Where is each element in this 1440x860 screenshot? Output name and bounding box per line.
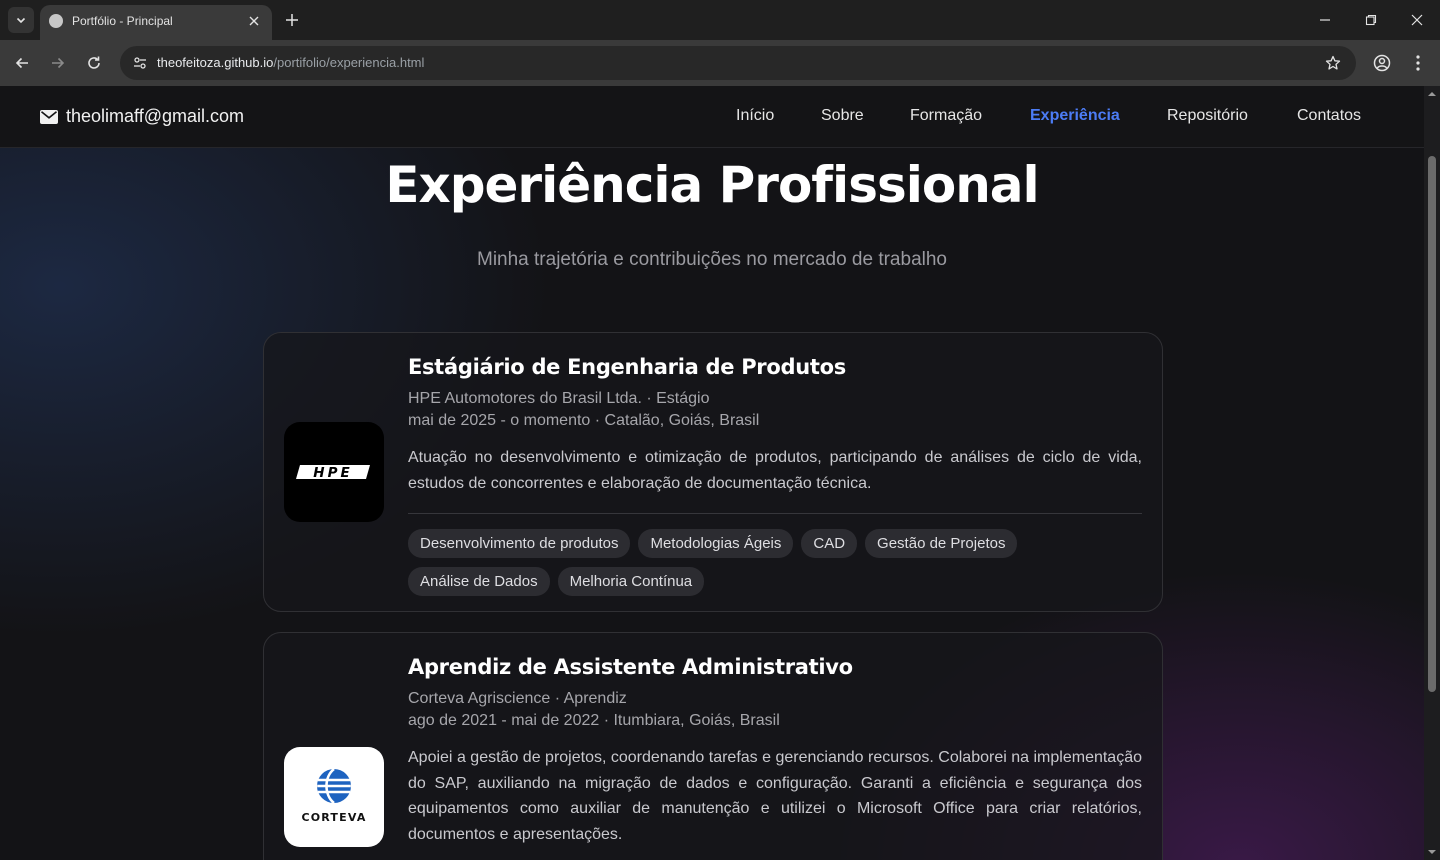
email-text: theolimaff@gmail.com <box>66 106 245 126</box>
skill-tag: Desenvolvimento de produtos <box>408 529 631 558</box>
arrow-left-icon <box>15 57 28 69</box>
scrollbar-thumb[interactable] <box>1428 156 1436 692</box>
new-tab-button[interactable] <box>280 8 304 32</box>
forward-button[interactable] <box>44 49 72 77</box>
url-host: theofeitoza.github.io <box>157 55 274 70</box>
corteva-logo-text: CORTEVA <box>301 811 366 824</box>
menu-button[interactable] <box>1404 49 1432 77</box>
url-path: /portifolio/experiencia.html <box>273 55 425 70</box>
tab-search-button[interactable] <box>8 7 34 33</box>
nav-repositorio[interactable]: Repositório <box>1167 107 1248 125</box>
restore-icon <box>1365 14 1377 26</box>
bookmark-button[interactable] <box>1322 52 1344 74</box>
role-description: Apoiei a gestão de projetos, coordenando… <box>408 749 1142 843</box>
window-close-button[interactable] <box>1402 6 1432 34</box>
scroll-up-icon[interactable] <box>1428 90 1436 98</box>
period-line: mai de 2025 - o momento · Catalão, Goiás… <box>408 412 760 429</box>
tune-icon <box>134 57 146 69</box>
period-line: ago de 2021 - mai de 2022 · Itumbiara, G… <box>408 712 780 729</box>
skill-tag: Análise de Dados <box>408 567 550 596</box>
reload-icon <box>88 56 100 69</box>
experience-card: HPE Estágiário de Engenharia de Produtos… <box>263 332 1163 612</box>
close-icon <box>249 16 259 26</box>
star-icon <box>1325 55 1341 70</box>
company-line: HPE Automotores do Brasil Ltda. · Estági… <box>408 390 710 407</box>
close-icon <box>1411 14 1423 26</box>
reload-button[interactable] <box>80 49 108 77</box>
experience-card: CORTEVA Aprendiz de Assistente Administr… <box>263 632 1163 860</box>
page-title: Experiência Profissional <box>385 156 1039 214</box>
scroll-down-icon[interactable] <box>1428 848 1436 856</box>
page-scrollbar[interactable] <box>1424 86 1440 860</box>
back-button[interactable] <box>8 49 36 77</box>
tab-close-button[interactable] <box>244 11 264 31</box>
site-header: theolimaff@gmail.com Início Sobre Formaç… <box>0 86 1424 148</box>
company-logo: CORTEVA <box>284 747 384 847</box>
role-title: Estágiário de Engenharia de Produtos <box>408 355 846 379</box>
role-title: Aprendiz de Assistente Administrativo <box>408 655 853 679</box>
envelope-icon <box>40 109 58 124</box>
globe-icon <box>49 14 63 28</box>
restore-button[interactable] <box>1356 6 1386 34</box>
skill-list: Desenvolvimento de produtos Metodologias… <box>408 529 1142 596</box>
skill-tag: Metodologias Ágeis <box>638 529 794 558</box>
skill-tag: Melhoria Contínua <box>557 567 705 596</box>
arrow-right-icon <box>52 57 65 69</box>
nav-formacao[interactable]: Formação <box>910 107 982 125</box>
page-viewport: theolimaff@gmail.com Início Sobre Formaç… <box>0 86 1424 860</box>
nav-experiencia[interactable]: Experiência <box>1030 107 1120 125</box>
divider <box>408 513 1142 514</box>
browser-tab[interactable]: Portfólio - Principal <box>40 5 272 40</box>
company-line: Corteva Agriscience · Aprendiz <box>408 690 627 707</box>
nav-contatos[interactable]: Contatos <box>1297 107 1361 125</box>
minimize-icon <box>1320 19 1330 21</box>
account-icon <box>1373 54 1391 72</box>
hpe-logo-icon: HPE <box>296 465 370 481</box>
kebab-menu-icon <box>1416 55 1420 71</box>
minimize-button[interactable] <box>1310 6 1340 34</box>
nav-inicio[interactable]: Início <box>736 107 774 125</box>
site-info-button[interactable] <box>128 51 152 75</box>
chevron-down-icon <box>16 17 26 24</box>
skill-tag: CAD <box>801 529 858 558</box>
address-bar[interactable]: theofeitoza.github.io/portifolio/experie… <box>120 46 1356 80</box>
tab-title: Portfólio - Principal <box>72 14 173 28</box>
company-logo: HPE <box>284 422 384 522</box>
profile-button[interactable] <box>1368 49 1396 77</box>
browser-tab-strip: Portfólio - Principal <box>0 0 1440 40</box>
url-text: theofeitoza.github.io/portifolio/experie… <box>157 55 424 70</box>
corteva-logo-icon: CORTEVA <box>301 767 366 824</box>
plus-icon <box>286 14 298 26</box>
email-link[interactable]: theolimaff@gmail.com <box>40 106 244 127</box>
skill-tag: Gestão de Projetos <box>865 529 1018 558</box>
browser-toolbar: theofeitoza.github.io/portifolio/experie… <box>0 40 1440 86</box>
page-subtitle: Minha trajetória e contribuições no merc… <box>477 249 947 270</box>
hpe-logo-text: HPE <box>313 465 352 481</box>
nav-sobre[interactable]: Sobre <box>821 107 864 125</box>
role-description: Atuação no desenvolvimento e otimização … <box>408 449 1142 492</box>
